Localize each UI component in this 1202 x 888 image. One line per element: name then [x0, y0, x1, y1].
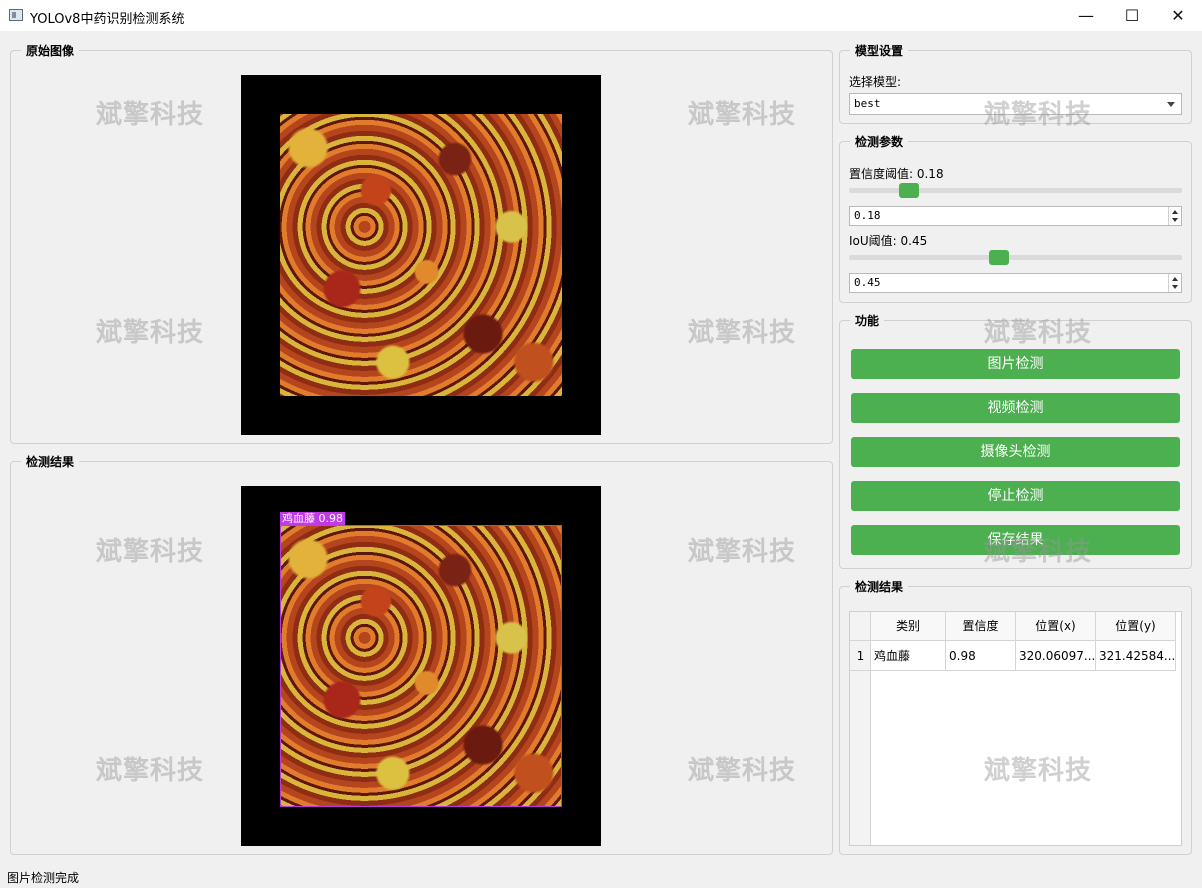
column-header-confidence[interactable]: 置信度: [946, 612, 1016, 641]
table-cell-y[interactable]: 321.42584...: [1096, 641, 1176, 671]
minimize-button[interactable]: —: [1063, 0, 1109, 31]
arrow-up-icon[interactable]: [1172, 277, 1178, 281]
result-image-canvas: 鸡血藤 0.98: [241, 486, 601, 846]
detection-box: 鸡血藤 0.98: [280, 512, 562, 807]
conf-threshold-label: 置信度阈值: 0.18: [849, 167, 944, 181]
iou-slider-track[interactable]: [849, 255, 1182, 260]
conf-slider-handle[interactable]: [898, 183, 919, 198]
results-table-title: 检测结果: [850, 578, 909, 595]
table-cell-confidence[interactable]: 0.98: [946, 641, 1016, 671]
detection-label: 鸡血藤 0.98: [280, 512, 345, 526]
conf-spinbox-value: 0.18: [854, 209, 881, 222]
app-icon: [9, 9, 23, 21]
detection-params-title: 检测参数: [850, 133, 909, 150]
table-cell-class[interactable]: 鸡血藤: [871, 641, 946, 671]
save-results-button[interactable]: 保存结果: [851, 525, 1180, 555]
stop-detect-button[interactable]: 停止检测: [851, 481, 1180, 511]
results-table[interactable]: 类别 置信度 位置(x) 位置(y) 1 鸡血藤 0.98 320.06097.…: [849, 611, 1182, 846]
table-corner[interactable]: [850, 612, 871, 641]
function-title: 功能: [850, 312, 885, 329]
chevron-down-icon: [1167, 102, 1175, 107]
model-select-label: 选择模型:: [849, 75, 902, 89]
original-image-canvas: [241, 75, 601, 435]
column-header-x[interactable]: 位置(x): [1016, 612, 1096, 641]
model-select[interactable]: best: [849, 93, 1182, 115]
model-settings-title: 模型设置: [850, 42, 909, 59]
title-bar: YOLOv8中药识别检测系统 — ☐ ✕: [0, 0, 1202, 31]
row-number[interactable]: 1: [850, 641, 871, 671]
arrow-up-icon[interactable]: [1172, 210, 1178, 214]
conf-spinbox[interactable]: 0.18: [849, 206, 1182, 226]
image-detect-button[interactable]: 图片检测: [851, 349, 1180, 379]
arrow-down-icon[interactable]: [1172, 285, 1178, 289]
original-image-title: 原始图像: [21, 42, 80, 59]
model-select-value: best: [854, 97, 881, 110]
result-image-title: 检测结果: [21, 453, 80, 470]
table-row-header: [850, 641, 871, 845]
column-header-class[interactable]: 类别: [871, 612, 946, 641]
original-image: [280, 114, 562, 396]
status-bar-text: 图片检测完成: [7, 871, 80, 885]
close-button[interactable]: ✕: [1155, 0, 1201, 31]
iou-spinbox[interactable]: 0.45: [849, 273, 1182, 293]
window-title: YOLOv8中药识别检测系统: [30, 12, 185, 27]
conf-spinbox-buttons[interactable]: [1168, 207, 1181, 225]
column-header-y[interactable]: 位置(y): [1096, 612, 1176, 641]
arrow-down-icon[interactable]: [1172, 218, 1178, 222]
video-detect-button[interactable]: 视频检测: [851, 393, 1180, 423]
iou-threshold-label: IoU阈值: 0.45: [849, 234, 928, 248]
iou-slider-handle[interactable]: [988, 250, 1009, 265]
camera-detect-button[interactable]: 摄像头检测: [851, 437, 1180, 467]
iou-spinbox-value: 0.45: [854, 276, 881, 289]
iou-spinbox-buttons[interactable]: [1168, 274, 1181, 292]
maximize-button[interactable]: ☐: [1109, 0, 1155, 31]
table-cell-x[interactable]: 320.06097...: [1016, 641, 1096, 671]
